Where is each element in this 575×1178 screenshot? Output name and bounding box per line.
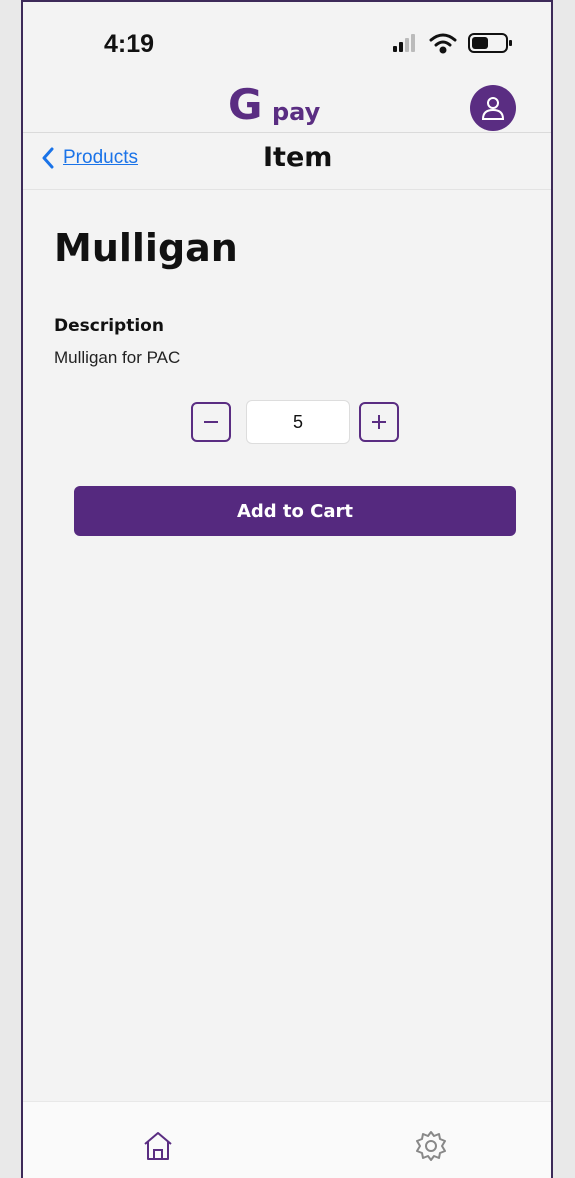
navigation-bar: Products Item — [23, 132, 551, 190]
tab-settings[interactable] — [409, 1124, 453, 1168]
page-title: Item — [263, 142, 333, 173]
wifi-icon — [429, 33, 457, 54]
back-link-label[interactable]: Products — [63, 147, 138, 169]
tab-bar — [23, 1101, 551, 1178]
back-to-products-link[interactable]: Products — [41, 147, 138, 169]
settings-icon — [416, 1131, 446, 1161]
status-time: 4:19 — [104, 30, 155, 58]
chevron-left-icon — [42, 147, 54, 169]
battery-icon — [468, 33, 512, 53]
description-heading: Description — [54, 316, 164, 336]
add-to-cart-button[interactable]: Add to Cart — [74, 486, 516, 536]
phone-screen: 4:19 G pay Products Item Mulligan Descri… — [21, 0, 553, 1178]
gpay-logo: G pay — [228, 80, 338, 130]
description-text: Mulligan for PAC — [54, 348, 181, 367]
logo-mark: G — [228, 80, 263, 129]
logo-text: pay — [272, 98, 321, 126]
home-icon — [144, 1132, 172, 1160]
minus-icon — [204, 421, 218, 423]
plus-icon — [372, 415, 386, 429]
signal-icon — [393, 34, 415, 52]
profile-avatar-button[interactable] — [470, 85, 516, 131]
decrement-button[interactable] — [191, 402, 231, 442]
product-name: Mulligan — [54, 226, 238, 270]
tab-home[interactable] — [136, 1124, 180, 1168]
increment-button[interactable] — [359, 402, 399, 442]
status-icons — [393, 33, 512, 54]
quantity-input[interactable] — [246, 400, 350, 444]
status-bar: 4:19 — [23, 2, 551, 72]
user-icon — [481, 97, 505, 120]
item-detail: Mulligan Description Mulligan for PAC Ad… — [23, 188, 551, 1098]
quantity-stepper — [191, 400, 401, 446]
